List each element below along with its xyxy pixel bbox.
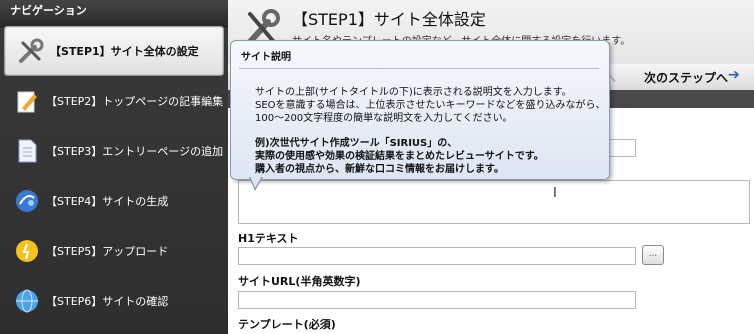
pencil-icon — [12, 86, 42, 116]
sidebar-item-label: 【STEP6】サイトの確認 — [46, 295, 169, 308]
sidebar-item-label: 【STEP1】サイト全体の設定 — [50, 45, 199, 58]
sidebar-title: ナビゲーション — [0, 0, 228, 27]
template-label: テンプレート(必須) — [238, 318, 336, 331]
text-cursor-icon: I — [553, 186, 557, 201]
arrow-right-icon[interactable]: ➔ — [728, 67, 740, 83]
sidebar-item-step1[interactable]: 【STEP1】サイト全体の設定 — [4, 26, 224, 76]
h1-text-label: H1テキスト — [238, 232, 299, 245]
sidebar-item-label: 【STEP3】エントリーページの追加 — [46, 145, 224, 158]
tooltip-line: 100〜200文字程度の簡単な説明文を入力してください。 — [255, 113, 513, 124]
site-description-textarea[interactable] — [238, 180, 750, 224]
browse-button[interactable]: ... — [642, 245, 664, 265]
page-title: 【STEP1】サイト全体設定 — [292, 10, 486, 29]
sidebar-item-step6[interactable]: 【STEP6】サイトの確認 — [0, 276, 228, 326]
sidebar-item-label: 【STEP2】トップページの記事編集 — [46, 95, 224, 108]
document-icon — [12, 136, 42, 166]
tooltip-example-line: 購入者の視点から、新鮮な口コミ情報をお届けします。 — [255, 164, 504, 175]
globe-icon — [12, 286, 42, 316]
tooltip-divider — [239, 68, 599, 69]
tooltip-title: サイト説明 — [241, 52, 291, 63]
tooltip-site-description: サイト説明 サイトの上部(サイトタイトルの下)に表示される説明文を入力します。 … — [230, 40, 610, 191]
sidebar-item-step2[interactable]: 【STEP2】トップページの記事編集 — [0, 76, 228, 126]
site-url-input[interactable] — [238, 291, 636, 309]
sidebar-item-step4[interactable]: 【STEP4】サイトの生成 — [0, 176, 228, 226]
bulb-icon — [12, 236, 42, 266]
tooltip-pointer-inner — [250, 176, 262, 188]
generate-icon — [12, 186, 42, 216]
site-url-label: サイトURL(半角英数字) — [238, 275, 361, 288]
sidebar: ナビゲーション 【STEP1】サイト全体の設定 【STEP2】トップページの記事… — [0, 0, 228, 334]
sidebar-item-step5[interactable]: 【STEP5】アップロード — [0, 226, 228, 276]
next-step-button[interactable]: 次のステップへ — [644, 69, 728, 86]
sidebar-item-label: 【STEP5】アップロード — [46, 245, 169, 258]
sidebar-item-label: 【STEP4】サイトの生成 — [46, 195, 169, 208]
sidebar-item-step3[interactable]: 【STEP3】エントリーページの追加 — [0, 126, 228, 176]
h1-text-input[interactable] — [238, 247, 636, 265]
tools-icon — [16, 36, 46, 66]
